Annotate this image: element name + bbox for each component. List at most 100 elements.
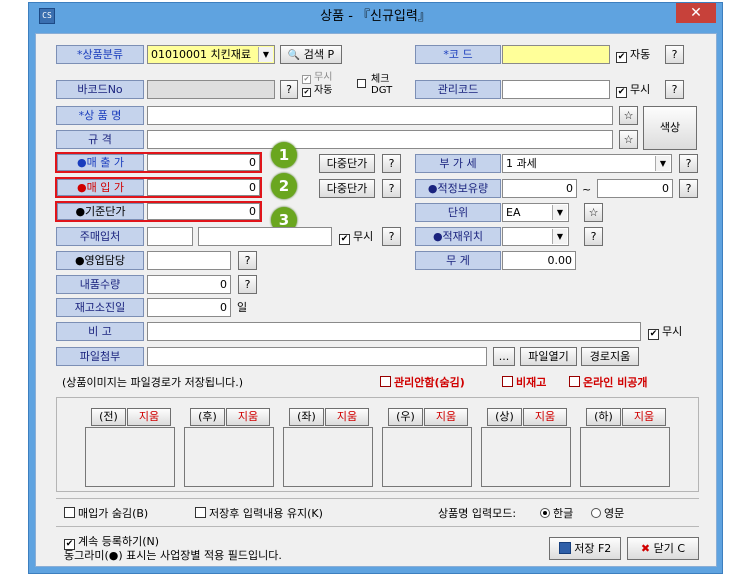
delivery-qty-label: 내품수량 [56, 275, 144, 294]
mgmt-code-input[interactable] [502, 80, 610, 99]
image-front-panel[interactable] [85, 427, 175, 487]
save-button[interactable]: 저장 F2 [549, 537, 621, 560]
checkbox-checked-icon: ✔ [616, 52, 627, 63]
delivery-qty-help-button[interactable]: ? [238, 275, 257, 294]
sale-price-help-button[interactable]: ? [382, 154, 401, 173]
sale-multi-price-button[interactable]: 다중단가 [319, 154, 375, 173]
stock-days-input[interactable]: 0 [147, 298, 231, 317]
product-window: CS 상품 - 『신규입력』 ✕ *상품분류 01010001 치킨재료 ▼ 🔍… [28, 2, 723, 574]
image-front-label: (전) [91, 408, 126, 426]
barcode-label: 바코드No [56, 80, 144, 99]
remark-ignore-checkbox[interactable]: ✔ 무시 [648, 324, 682, 340]
color-size-button[interactable]: 색상 [643, 106, 697, 150]
hidden-flag-checkbox[interactable]: 관리안함(숨김) [380, 375, 465, 391]
main-supplier-code-input[interactable] [147, 227, 193, 246]
mgmt-code-help-button[interactable]: ? [665, 80, 684, 99]
image-right-label: (우) [388, 408, 423, 426]
product-category-select[interactable]: 01010001 치킨재료 ▼ [147, 45, 275, 64]
mgmt-code-label: 관리코드 [415, 80, 501, 99]
image-right-delete-button[interactable]: 지움 [424, 408, 468, 426]
image-left-delete-button[interactable]: 지움 [325, 408, 369, 426]
sales-rep-help-button[interactable]: ? [238, 251, 257, 270]
image-left-panel[interactable] [283, 427, 373, 487]
sales-rep-input[interactable] [147, 251, 231, 270]
attachment-label: 파일첨부 [56, 347, 144, 366]
image-back-label: (후) [190, 408, 225, 426]
product-category-value: 01010001 치킨재료 [151, 48, 251, 61]
vat-help-button[interactable]: ? [679, 154, 698, 173]
base-price-input[interactable]: 0 [147, 203, 260, 220]
korean-radio[interactable]: 한글 [540, 506, 573, 522]
image-top-panel[interactable] [481, 427, 571, 487]
weight-label: 무 게 [415, 251, 501, 270]
safety-stock-to-input[interactable]: 0 [597, 179, 673, 198]
sales-rep-label: ●영업담당 [56, 251, 144, 270]
remark-input[interactable] [147, 322, 641, 341]
location-select[interactable]: ▼ [502, 227, 569, 246]
save-icon [558, 542, 571, 554]
barcode-help-button[interactable]: ? [280, 80, 298, 99]
purchase-price-input[interactable]: 0 [147, 179, 260, 196]
image-top-delete-button[interactable]: 지움 [523, 408, 567, 426]
window-title: 상품 - 『신규입력』 [320, 9, 431, 24]
safety-stock-label: ●적정보유량 [415, 179, 501, 198]
online-private-flag-checkbox[interactable]: 온라인 비공개 [569, 375, 648, 391]
location-label: ●적재위치 [415, 227, 501, 246]
image-front-delete-button[interactable]: 지움 [127, 408, 171, 426]
main-supplier-help-button[interactable]: ? [382, 227, 401, 246]
safety-stock-help-button[interactable]: ? [679, 179, 698, 198]
clear-path-button[interactable]: 경로지움 [581, 347, 639, 366]
open-file-button[interactable]: 파일열기 [520, 347, 577, 366]
stock-days-label: 재고소진일 [56, 298, 144, 317]
hide-purchase-checkbox[interactable]: 매입가 숨김(B) [64, 506, 148, 522]
spec-star-button[interactable]: ☆ [619, 130, 638, 149]
product-name-input[interactable] [147, 106, 613, 125]
purchase-price-help-button[interactable]: ? [382, 179, 401, 198]
sale-price-input[interactable]: 0 [147, 154, 260, 171]
sale-price-label: ●매 출 가 [57, 154, 144, 171]
mgmt-code-ignore-checkbox[interactable]: ✔ 무시 [616, 82, 650, 98]
unit-value: EA [506, 206, 521, 219]
delivery-qty-input[interactable]: 0 [147, 275, 231, 294]
chevron-down-icon: ▼ [552, 229, 567, 244]
browse-button[interactable]: ... [493, 347, 515, 366]
unit-select[interactable]: EA ▼ [502, 203, 569, 222]
product-name-star-button[interactable]: ☆ [619, 106, 638, 125]
name-input-mode-label: 상품명 입력모드: [438, 507, 517, 520]
location-help-button[interactable]: ? [584, 227, 603, 246]
barcode-auto-checkbox[interactable]: ✔ 자동 [302, 85, 332, 101]
remark-label: 비 고 [56, 322, 144, 341]
unit-star-button[interactable]: ☆ [584, 203, 603, 222]
weight-input[interactable]: 0.00 [502, 251, 576, 270]
footer-note: 동그라미(●) 표시는 사업장별 적용 필드입니다. [64, 549, 282, 562]
vat-select[interactable]: 1 과세 ▼ [502, 154, 672, 173]
main-supplier-name-input[interactable] [198, 227, 332, 246]
code-input[interactable] [502, 45, 610, 64]
keep-after-save-checkbox[interactable]: 저장후 입력내용 유지(K) [195, 506, 323, 522]
english-radio[interactable]: 영문 [591, 506, 624, 522]
badge-2: 2 [271, 173, 297, 199]
code-help-button[interactable]: ? [665, 45, 684, 64]
range-tilde: ~ [582, 183, 592, 196]
image-top-label: (상) [487, 408, 522, 426]
close-button[interactable]: ✖ 닫기 C [627, 537, 699, 560]
code-auto-checkbox[interactable]: ✔ 자동 [616, 47, 650, 63]
chevron-down-icon: ▼ [258, 47, 273, 62]
barcode-input[interactable] [147, 80, 275, 99]
purchase-multi-price-button[interactable]: 다중단가 [319, 179, 375, 198]
image-back-delete-button[interactable]: 지움 [226, 408, 270, 426]
unit-label: 단위 [415, 203, 501, 222]
non-stock-flag-checkbox[interactable]: 비재고 [502, 375, 546, 391]
safety-stock-from-input[interactable]: 0 [502, 179, 577, 198]
spec-input[interactable] [147, 130, 613, 149]
image-right-panel[interactable] [382, 427, 472, 487]
image-bottom-panel[interactable] [580, 427, 670, 487]
image-left-label: (좌) [289, 408, 324, 426]
close-window-button[interactable]: ✕ [676, 3, 716, 23]
image-back-panel[interactable] [184, 427, 274, 487]
main-supplier-ignore-checkbox[interactable]: ✔ 무시 [339, 229, 373, 245]
search-button[interactable]: 🔍 검색 P [280, 45, 342, 64]
image-bottom-delete-button[interactable]: 지움 [622, 408, 666, 426]
check-dgt-checkbox[interactable] [357, 79, 369, 95]
attachment-path-input[interactable] [147, 347, 487, 366]
